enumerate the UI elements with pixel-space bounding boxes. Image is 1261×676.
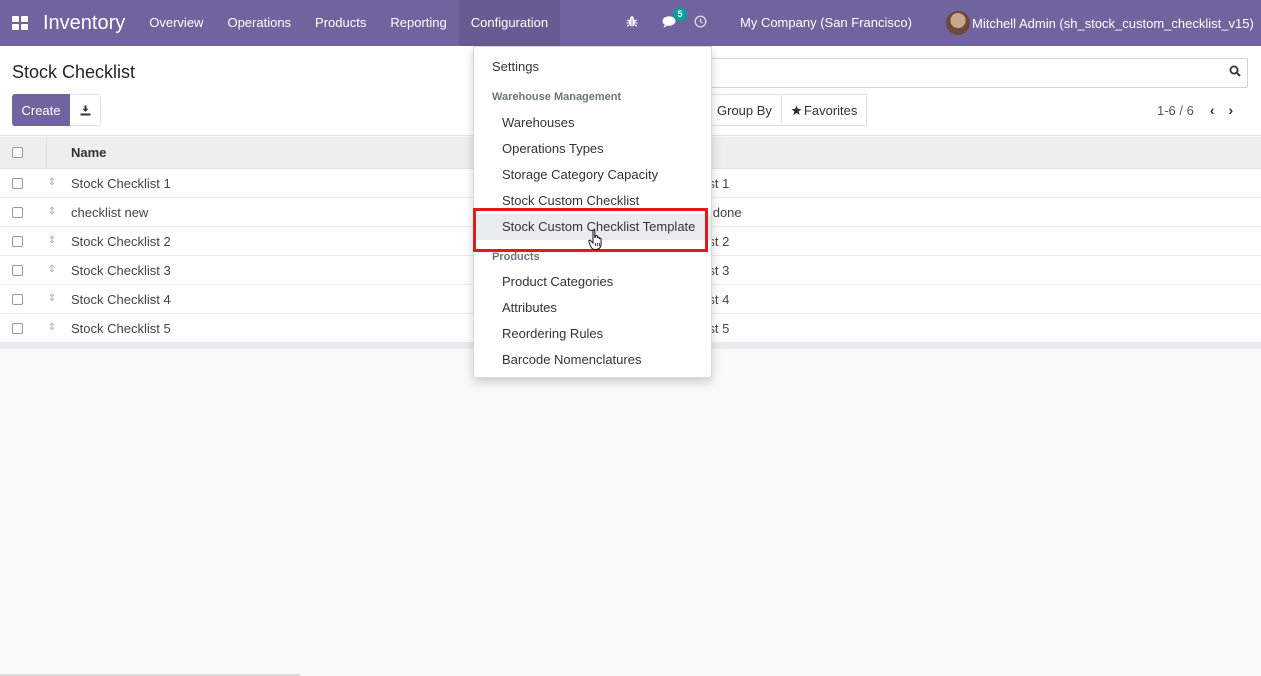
clock-icon[interactable] — [694, 15, 707, 31]
app-name[interactable]: Inventory — [43, 12, 125, 35]
dropdown-item-reordering-rules[interactable]: Reordering Rules — [474, 321, 711, 347]
chat-icon[interactable]: 5 — [662, 7, 687, 32]
select-all-checkbox[interactable] — [12, 147, 23, 158]
apps-menu-icon[interactable] — [12, 16, 28, 30]
cell-name: Stock Checklist 2 — [71, 233, 171, 249]
cell-name: Stock Checklist 3 — [71, 262, 171, 278]
drag-handle-icon[interactable]: ⇕ — [47, 265, 57, 275]
cell-name: Stock Checklist 4 — [71, 291, 171, 307]
pager: 1-6 / 6 ‹ › — [1157, 94, 1233, 126]
header-divider — [46, 136, 47, 169]
column-header-name[interactable]: Name — [71, 145, 106, 160]
hand-pointer-icon — [588, 229, 602, 250]
avatar — [946, 11, 970, 35]
top-navbar: Inventory Overview Operations Products R… — [0, 0, 1261, 46]
create-button[interactable]: Create — [12, 94, 70, 126]
download-icon — [80, 105, 90, 115]
menu-operations[interactable]: Operations — [215, 0, 303, 46]
pager-next-icon[interactable]: › — [1229, 102, 1234, 118]
dropdown-item-warehouses[interactable]: Warehouses — [474, 110, 711, 136]
row-checkbox[interactable] — [12, 264, 23, 276]
dropdown-item-barcode-nomenclatures[interactable]: Barcode Nomenclatures — [474, 347, 711, 373]
user-menu[interactable]: Mitchell Admin (sh_stock_custom_checklis… — [946, 0, 1254, 46]
drag-handle-icon[interactable]: ⇕ — [47, 323, 57, 333]
dropdown-item-attributes[interactable]: Attributes — [474, 295, 711, 321]
menu-configuration[interactable]: Configuration — [458, 0, 561, 46]
company-switcher[interactable]: My Company (San Francisco) — [740, 0, 912, 46]
menu-reporting[interactable]: Reporting — [378, 0, 458, 46]
drag-handle-icon[interactable]: ⇕ — [47, 236, 57, 246]
pager-value[interactable]: 1-6 / 6 — [1157, 103, 1194, 118]
dropdown-item-storage-category-capacity[interactable]: Storage Category Capacity — [474, 162, 711, 188]
group-by-label: Group By — [717, 102, 772, 118]
search-input[interactable] — [700, 58, 1248, 88]
dropdown-item-settings[interactable]: Settings — [474, 54, 711, 80]
row-checkbox[interactable] — [12, 177, 23, 189]
menu-products[interactable]: Products — [303, 0, 378, 46]
star-icon — [791, 105, 802, 115]
dropdown-item-operations-types[interactable]: Operations Types — [474, 136, 711, 162]
favorites-button[interactable]: Favorites — [781, 94, 868, 126]
row-checkbox[interactable] — [12, 206, 23, 218]
main-menu: Overview Operations Products Reporting C… — [137, 0, 561, 46]
bug-icon[interactable] — [626, 15, 638, 31]
favorites-label: Favorites — [803, 102, 858, 118]
dropdown-item-product-categories[interactable]: Product Categories — [474, 269, 711, 295]
cell-name: checklist new — [71, 204, 149, 220]
menu-overview[interactable]: Overview — [137, 0, 215, 46]
drag-handle-icon[interactable]: ⇕ — [47, 207, 57, 217]
dropdown-header-warehouse-management: Warehouse Management — [492, 91, 622, 103]
drag-handle-icon[interactable]: ⇕ — [47, 178, 57, 188]
cell-name: Stock Checklist 1 — [71, 175, 171, 191]
page-title: Stock Checklist — [12, 62, 136, 82]
pager-previous-icon[interactable]: ‹ — [1210, 102, 1215, 118]
download-button[interactable] — [70, 94, 101, 126]
drag-handle-icon[interactable]: ⇕ — [47, 294, 57, 304]
dropdown-header-products: Products — [492, 251, 540, 263]
row-checkbox[interactable] — [12, 235, 23, 247]
cell-name: Stock Checklist 5 — [71, 320, 171, 336]
message-count-badge: 5 — [673, 7, 687, 21]
row-checkbox[interactable] — [12, 293, 23, 305]
search-options: Group By Favorites — [700, 94, 868, 126]
user-name: Mitchell Admin (sh_stock_custom_checklis… — [972, 15, 1254, 31]
group-by-button[interactable]: Group By — [700, 94, 782, 126]
search-icon[interactable] — [1229, 65, 1241, 77]
row-checkbox[interactable] — [12, 322, 23, 334]
systray: 5 — [620, 0, 707, 46]
